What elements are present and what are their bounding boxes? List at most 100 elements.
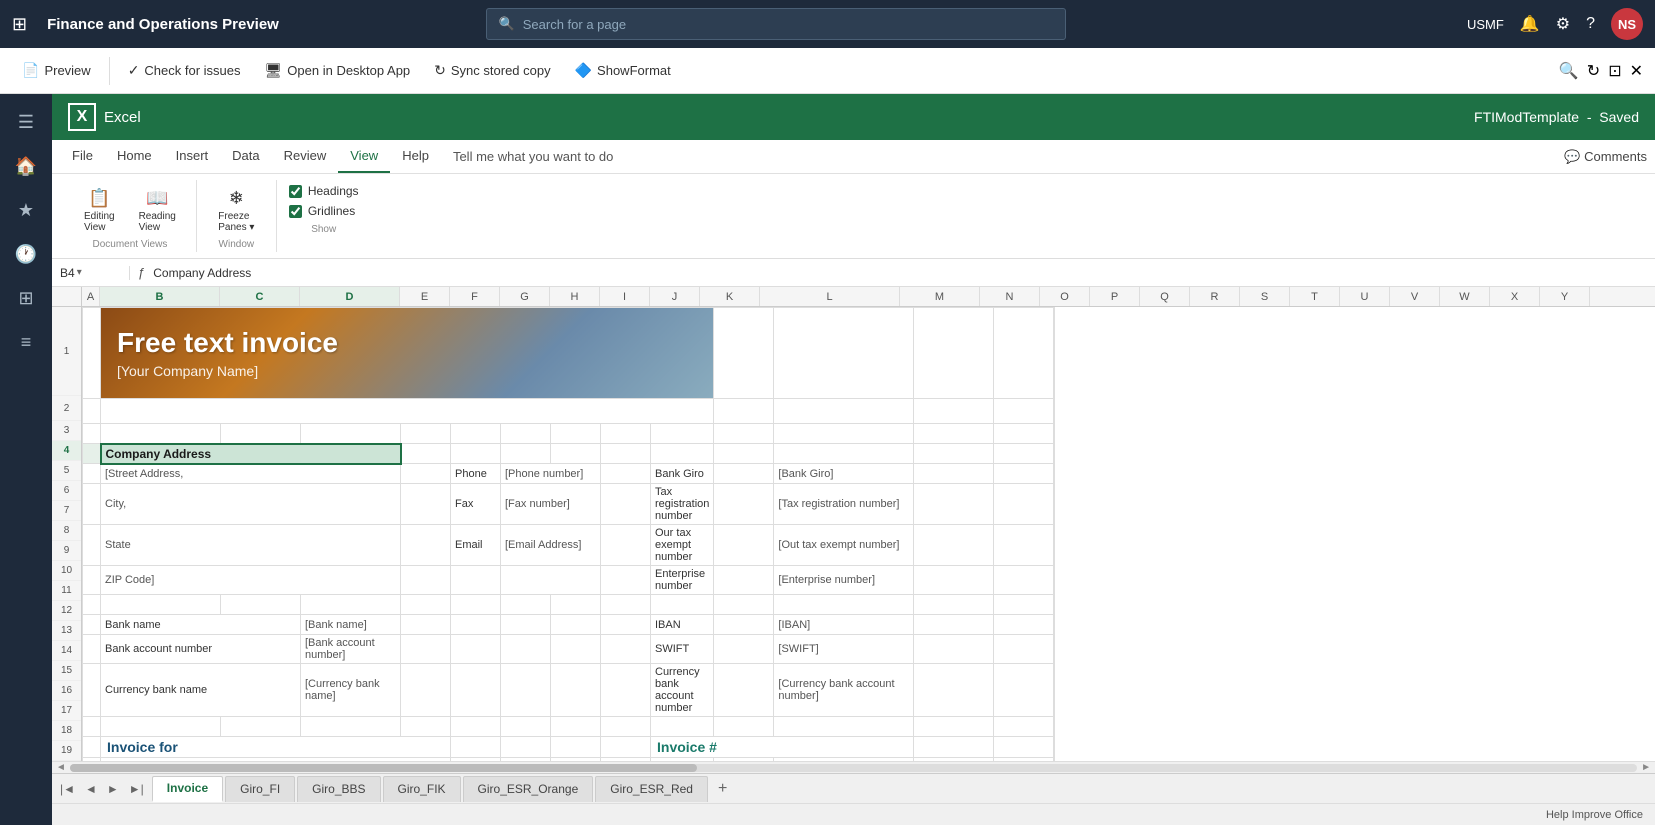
h-scroll-left[interactable]: ◄ [56,762,66,773]
editing-view-button[interactable]: 📋 EditingView [76,184,123,237]
gridlines-checkbox[interactable]: Gridlines [289,204,359,218]
notification-icon[interactable]: 🔔 [1520,14,1540,34]
check-issues-button[interactable]: ✓ Check for issues [118,58,251,83]
table-row: Currency bank name [Currency bank name] … [83,664,1055,717]
h-scroll-thumb[interactable] [70,764,697,772]
sheet-tab-giro-bbs[interactable]: Giro_BBS [297,776,380,802]
toolbar-separator [109,57,110,85]
row-header-4: 4 [52,441,81,461]
cell-a2[interactable] [83,399,101,424]
cell-n2[interactable] [994,399,1054,424]
horizontal-scrollbar[interactable]: ◄ ► [52,761,1655,773]
cell-a1[interactable] [83,308,101,399]
sidebar-recent-icon[interactable]: 🕐 [6,234,46,274]
sheet-tab-giro-fik[interactable]: Giro_FIK [383,776,461,802]
sidebar-grid-icon[interactable]: ⊞ [6,278,46,318]
popout-icon[interactable]: ⊡ [1608,61,1621,81]
gridlines-checkbox-input[interactable] [289,205,302,218]
sheet-tab-giro-fi[interactable]: Giro_FI [225,776,295,802]
h-scroll-track[interactable] [70,764,1637,772]
tab-help[interactable]: Help [390,140,441,173]
refresh-icon[interactable]: ↻ [1587,61,1600,81]
tab-file[interactable]: File [60,140,105,173]
ribbon-group-show: Headings Gridlines Show [277,180,371,237]
cell-k1[interactable] [714,308,774,399]
tab-insert[interactable]: Insert [164,140,221,173]
show-format-button[interactable]: 🔷 ShowFormat [565,58,681,83]
search-bar[interactable]: 🔍 Search for a page [486,8,1066,40]
cell-ref-dropdown-icon[interactable]: ▾ [77,267,82,278]
tab-review[interactable]: Review [272,140,339,173]
comments-button[interactable]: 💬 Comments [1564,149,1647,165]
add-sheet-button[interactable]: + [710,780,735,798]
comments-label: Comments [1584,149,1647,164]
tell-me-input[interactable]: Tell me what you want to do [441,141,1564,172]
col-header-d: D [300,287,400,306]
cell-b2-j2[interactable] [101,399,714,424]
cell-l1[interactable] [774,308,914,399]
cell-reference[interactable]: B4 ▾ [60,266,130,280]
table-row [83,595,1055,615]
sheet-tab-giro-esr-orange[interactable]: Giro_ESR_Orange [463,776,594,802]
tab-home[interactable]: Home [105,140,164,173]
cell-n1[interactable] [994,308,1054,399]
ribbon: File Home Insert Data Review View Help T… [52,140,1655,259]
row-header-1: 1 [52,307,81,396]
search-placeholder: Search for a page [523,17,626,32]
row-header-18: 18 [52,721,81,741]
sheet-nav-prev[interactable]: ◄ [81,780,101,798]
sidebar-list-icon[interactable]: ≡ [6,322,46,362]
headings-checkbox[interactable]: Headings [289,184,359,198]
comment-icon: 💬 [1564,149,1580,165]
col-header-a: A [82,287,100,306]
grid-content: Free text invoice [Your Company Name] [82,307,1655,761]
window-label: Window [219,239,255,250]
sheet-nav-last[interactable]: ►| [125,780,148,798]
sidebar-home-icon[interactable]: 🏠 [6,146,46,186]
settings-icon[interactable]: ⚙ [1556,14,1570,34]
cells-rest-2[interactable] [1054,399,1055,424]
cell-l2[interactable] [774,399,914,424]
excel-header: X Excel FTIModTemplate - Saved [52,94,1655,140]
row-header-13: 13 [52,621,81,641]
sheet-nav-next[interactable]: ► [103,780,123,798]
table-row: ZIP Code] Enterprise number [Enterprise … [83,566,1055,595]
close-icon[interactable]: ✕ [1630,61,1643,81]
help-icon[interactable]: ? [1586,15,1595,33]
cell-k2[interactable] [714,399,774,424]
freeze-panes-button[interactable]: ❄ FreezePanes ▾ [210,184,262,237]
open-desktop-button[interactable]: 🖥 Open in Desktop App [255,58,421,83]
cell-m1[interactable] [914,308,994,399]
help-improve-label: Help Improve Office [1546,809,1643,821]
corner-cell [52,287,82,307]
cell-b4-company-address[interactable]: Company Address [101,444,401,464]
reading-view-button[interactable]: 📖 ReadingView [131,184,184,237]
sidebar-star-icon[interactable]: ★ [6,190,46,230]
col-header-t: T [1290,287,1340,306]
tab-data[interactable]: Data [220,140,271,173]
tab-view[interactable]: View [338,140,390,173]
headings-checkbox-input[interactable] [289,185,302,198]
cells-rest-1[interactable] [1054,308,1055,399]
table-row: Company Address [83,444,1055,464]
h-scroll-right[interactable]: ► [1641,762,1651,773]
sidebar-menu-icon[interactable]: ☰ [6,102,46,142]
row-header-7: 7 [52,501,81,521]
sheet-nav-first[interactable]: |◄ [56,780,79,798]
table-row: Bank name [Bank name] IBAN [IBAN] [83,615,1055,635]
preview-button[interactable]: 📄 Preview [12,58,101,83]
toolbar-right: 🔍 ↻ ⊡ ✕ [1559,61,1643,81]
avatar[interactable]: NS [1611,8,1643,40]
column-headers: A B C D E F G H I J K L M N O P Q R S T [52,287,1655,307]
sync-button[interactable]: ↻ Sync stored copy [424,58,560,83]
table-row [83,717,1055,737]
cell-m2[interactable] [914,399,994,424]
table-row: Invoice for Invoice # [83,737,1055,758]
sheet-tab-invoice[interactable]: Invoice [152,776,223,802]
app-grid-icon[interactable]: ⊞ [12,14,27,35]
status-bar: Help Improve Office [52,803,1655,825]
row-header-2: 2 [52,396,81,421]
sheet-tab-giro-esr-red[interactable]: Giro_ESR_Red [595,776,708,802]
ribbon-group-window: ❄ FreezePanes ▾ Window [197,180,277,252]
search-icon-toolbar[interactable]: 🔍 [1559,61,1579,81]
